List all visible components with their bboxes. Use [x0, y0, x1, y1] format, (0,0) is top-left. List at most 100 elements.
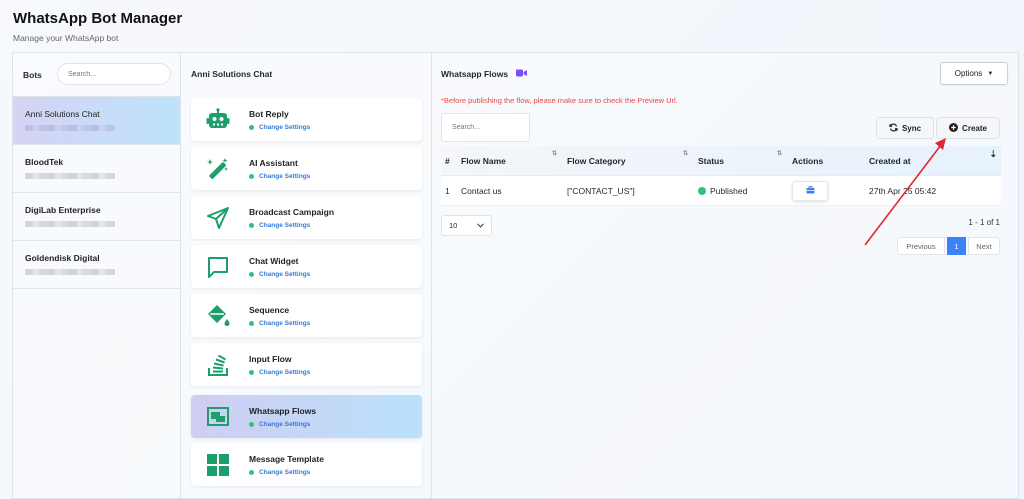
workspace: Bots Anni Solutions Chat BloodTek DigiLa…: [12, 52, 1019, 499]
col-header-label: Created at: [869, 155, 911, 166]
robot-icon: [205, 107, 231, 133]
col-header-label: Status: [698, 155, 724, 166]
feature-ai-assistant[interactable]: AI Assistant Change Settings: [191, 147, 422, 190]
video-icon[interactable]: [516, 69, 528, 79]
sort-icon[interactable]: ⇅: [552, 150, 557, 157]
feature-input-flow[interactable]: Input Flow Change Settings: [191, 343, 422, 386]
col-header-label: Flow Name: [461, 155, 506, 166]
change-settings-link[interactable]: Change Settings: [249, 469, 324, 476]
preview-warning: *Before publishing the flow, please make…: [441, 96, 678, 105]
status-dot: [249, 173, 254, 179]
options-label: Options: [954, 69, 983, 78]
sort-desc-icon[interactable]: ⇣: [989, 149, 997, 160]
change-settings-label: Change Settings: [259, 270, 311, 278]
feature-sequence[interactable]: Sequence Change Settings: [191, 294, 422, 337]
flows-search-input[interactable]: [441, 113, 530, 142]
change-settings-link[interactable]: Change Settings: [249, 320, 310, 327]
bots-panel: Bots Anni Solutions Chat BloodTek DigiLa…: [13, 53, 181, 498]
page-number-button[interactable]: 1: [947, 237, 966, 255]
bot-item[interactable]: Anni Solutions Chat: [13, 97, 180, 145]
change-settings-link[interactable]: Change Settings: [249, 271, 310, 278]
results-range: 1 - 1 of 1: [968, 218, 1000, 227]
stack-icon: [205, 352, 231, 378]
feature-name: Whatsapp Flows: [249, 405, 317, 416]
col-header-flow-name[interactable]: Flow Name ⇅: [457, 146, 563, 175]
plus-circle-icon: [949, 122, 959, 134]
table-row[interactable]: 1 Contact us ["CONTACT_US"] Published 27…: [441, 176, 1001, 206]
status-dot: [249, 369, 254, 375]
status-dot: [249, 421, 254, 427]
feature-name: Chat Widget: [249, 255, 299, 266]
flows-title-text: Whatsapp Flows: [441, 69, 509, 79]
create-label: Create: [962, 123, 987, 133]
chevron-down-icon: [477, 221, 484, 230]
col-header-created-at[interactable]: Created at ⇣: [865, 146, 1001, 175]
create-button[interactable]: Create: [936, 117, 1000, 139]
change-settings-label: Change Settings: [259, 123, 311, 131]
bot-name: Goldendisk Digital: [25, 253, 100, 263]
change-settings-link[interactable]: Change Settings: [249, 222, 334, 229]
page-size-select[interactable]: 10: [441, 215, 492, 236]
bot-id-redacted: [25, 269, 115, 275]
flows-table: # Flow Name ⇅ Flow Category ⇅ Status ⇅ Acti…: [441, 146, 1001, 206]
change-settings-label: Change Settings: [259, 420, 311, 428]
next-page-button[interactable]: Next: [968, 237, 1000, 255]
change-settings-label: Change Settings: [259, 172, 311, 180]
bot-item[interactable]: BloodTek: [13, 145, 180, 193]
col-header-label: Flow Category: [567, 155, 626, 166]
cell-actions: [788, 176, 865, 205]
status-dot: [249, 469, 254, 475]
flows-icon: [205, 404, 231, 430]
feature-name: Bot Reply: [249, 108, 289, 119]
bot-item[interactable]: DigiLab Enterprise: [13, 193, 180, 241]
change-settings-link[interactable]: Change Settings: [249, 124, 310, 131]
col-header-flow-category[interactable]: Flow Category ⇅: [563, 146, 694, 175]
feature-message-template[interactable]: Message Template Change Settings: [191, 443, 422, 486]
feature-whatsapp-flows[interactable]: Whatsapp Flows Change Settings: [191, 395, 422, 438]
sort-icon[interactable]: ⇅: [777, 150, 782, 157]
status-dot: [249, 222, 254, 228]
bot-id-redacted: [25, 173, 115, 179]
feature-name: Sequence: [249, 304, 290, 315]
status-dot: [249, 320, 254, 326]
change-settings-link[interactable]: Change Settings: [249, 173, 310, 180]
sort-icon[interactable]: ⇅: [683, 150, 688, 157]
sync-label: Sync: [901, 123, 922, 133]
bots-title: Bots: [23, 69, 42, 80]
magic-wand-icon: [205, 156, 231, 182]
briefcase-icon: [806, 185, 815, 196]
cell-flow-category: ["CONTACT_US"]: [567, 185, 635, 196]
flows-title: Whatsapp Flows: [441, 69, 528, 79]
cell-num: 1: [445, 185, 450, 196]
feature-name: AI Assistant: [249, 157, 298, 168]
app-title: WhatsApp Bot Manager: [13, 10, 183, 27]
sync-button[interactable]: Sync: [876, 117, 934, 139]
change-settings-label: Change Settings: [259, 319, 311, 327]
published-dot: [698, 186, 706, 195]
caret-down-icon: ▼: [987, 70, 994, 77]
table-header: # Flow Name ⇅ Flow Category ⇅ Status ⇅ Acti…: [441, 146, 1001, 176]
bots-search-input[interactable]: [57, 63, 171, 85]
flows-panel: Whatsapp Flows Options ▼ *Before publish…: [432, 53, 1018, 498]
col-header-num: #: [445, 155, 450, 166]
action-button[interactable]: [792, 180, 828, 201]
cell-status: Published: [694, 176, 788, 205]
prev-page-button[interactable]: Previous: [897, 237, 945, 255]
cell-flow-name: Contact us: [461, 185, 502, 196]
feature-chat-widget[interactable]: Chat Widget Change Settings: [191, 245, 422, 288]
change-settings-link[interactable]: Change Settings: [249, 421, 316, 428]
app-subtitle: Manage your WhatsApp bot: [13, 33, 119, 43]
feature-broadcast-campaign[interactable]: Broadcast Campaign Change Settings: [191, 196, 422, 239]
col-header-actions: Actions: [792, 155, 824, 166]
sync-icon: [889, 123, 898, 134]
bot-item[interactable]: Goldendisk Digital: [13, 241, 180, 289]
bot-name: DigiLab Enterprise: [25, 205, 101, 215]
change-settings-link[interactable]: Change Settings: [249, 369, 310, 376]
features-panel: Anni Solutions Chat Bot Reply Change Set…: [181, 53, 432, 498]
options-button[interactable]: Options ▼: [940, 62, 1008, 85]
bot-id-redacted: [25, 125, 115, 131]
change-settings-label: Change Settings: [259, 468, 311, 476]
feature-bot-reply[interactable]: Bot Reply Change Settings: [191, 98, 422, 141]
bot-id-redacted: [25, 221, 115, 227]
col-header-status[interactable]: Status ⇅: [694, 146, 788, 175]
